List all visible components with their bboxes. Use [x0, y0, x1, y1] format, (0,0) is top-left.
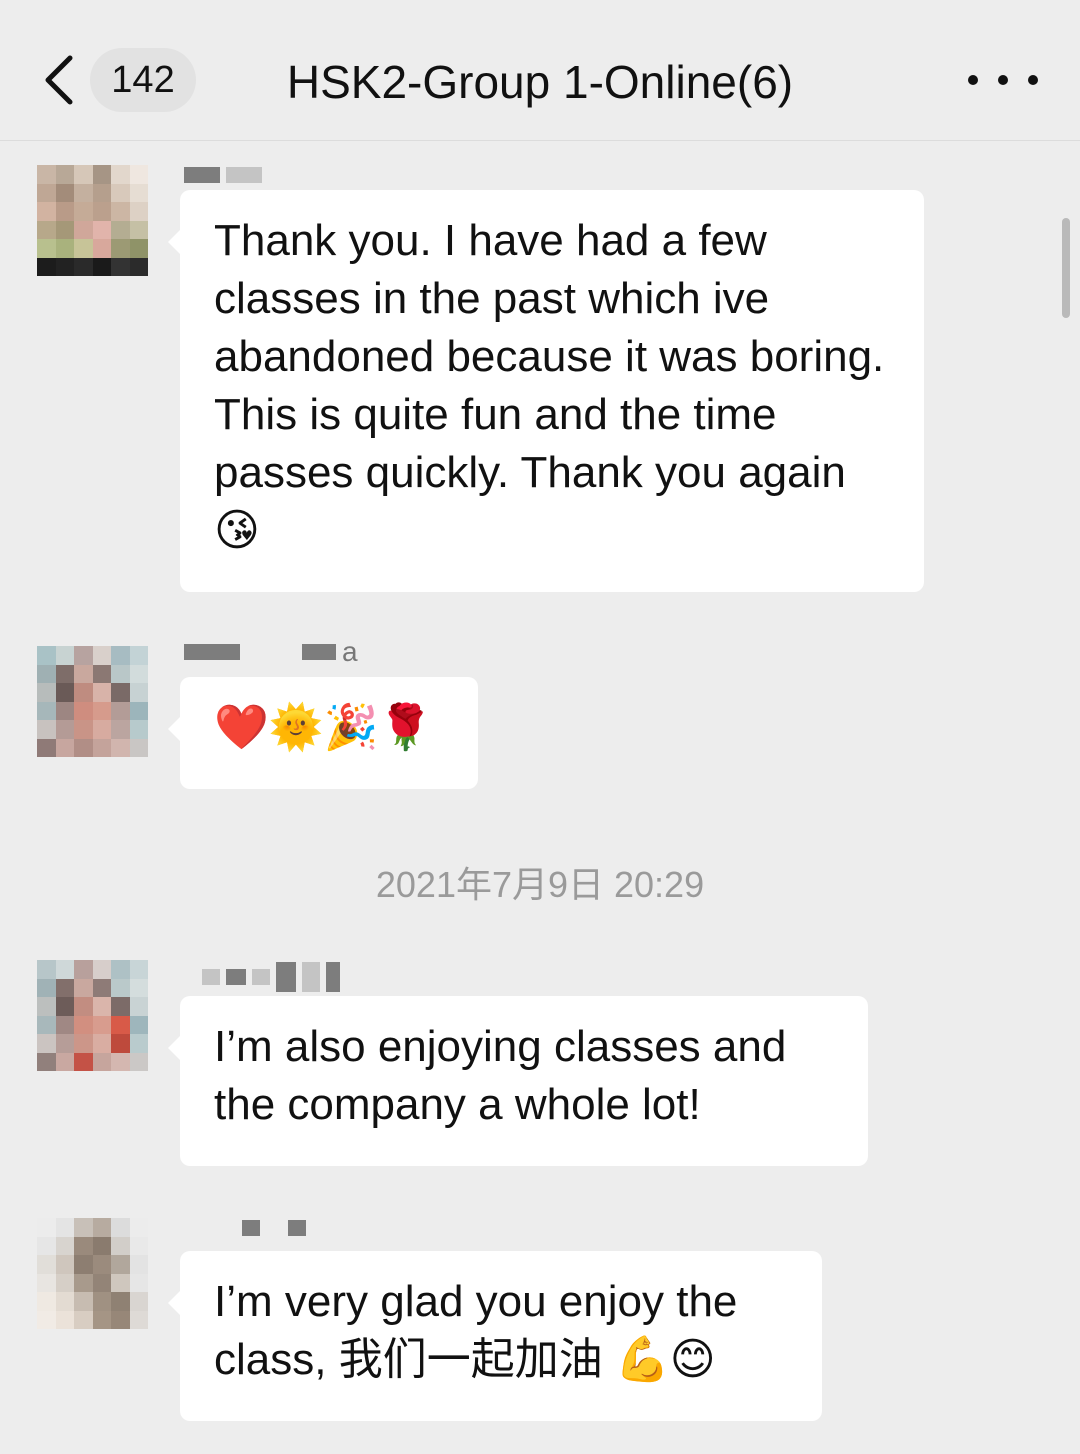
message-bubble[interactable]: I’m also enjoying classes and the compan…	[168, 996, 868, 1166]
message-bubble[interactable]: Thank you. I have had a few classes in t…	[168, 190, 924, 592]
emoji-row: ❤️🌞🎉🌹	[214, 702, 434, 753]
more-dots-icon[interactable]	[968, 60, 1038, 100]
chat-header: 142 HSK2-Group 1-Online(6)	[0, 0, 1080, 141]
avatar[interactable]	[37, 960, 148, 1071]
redacted-name-block	[326, 962, 340, 992]
sender-name-suffix: a	[342, 636, 358, 667]
avatar[interactable]	[37, 1218, 148, 1329]
redacted-name-block	[276, 962, 296, 992]
scrollbar[interactable]	[1062, 218, 1070, 318]
redacted-name-block	[302, 962, 320, 992]
avatar[interactable]	[37, 646, 148, 757]
redacted-name-block	[184, 644, 240, 660]
redacted-name-block	[202, 969, 220, 985]
redacted-name-block	[226, 969, 246, 985]
message-bubble[interactable]: I’m very glad you enjoy the class, 我们一起加…	[168, 1251, 822, 1421]
timestamp-divider: 2021年7月9日 20:29	[375, 864, 705, 905]
sender-name: a	[184, 637, 358, 667]
message-text: Thank you. I have had a few classes in t…	[214, 216, 885, 497]
kissing-face-emoji: 😘	[214, 505, 260, 556]
sender-name	[184, 160, 262, 190]
dot	[968, 75, 978, 85]
sender-name	[184, 1213, 306, 1243]
redacted-name-block	[184, 167, 220, 183]
redacted-name-block	[226, 167, 262, 183]
dot	[998, 75, 1008, 85]
message-bubble[interactable]: ❤️🌞🎉🌹	[168, 677, 478, 789]
dot	[1028, 75, 1038, 85]
redacted-name-block	[302, 644, 336, 660]
avatar[interactable]	[37, 165, 148, 276]
sender-name	[184, 962, 340, 992]
redacted-name-block	[242, 1220, 260, 1236]
redacted-name-block	[252, 969, 270, 985]
chat-title: HSK2-Group 1-Online(6)	[286, 56, 794, 108]
chevron-left-icon[interactable]	[38, 52, 82, 108]
message-text: I’m also enjoying classes and the compan…	[214, 1022, 787, 1129]
flexed-biceps-smile-emoji: 💪😊	[614, 1334, 716, 1385]
redacted-name-block	[288, 1220, 306, 1236]
